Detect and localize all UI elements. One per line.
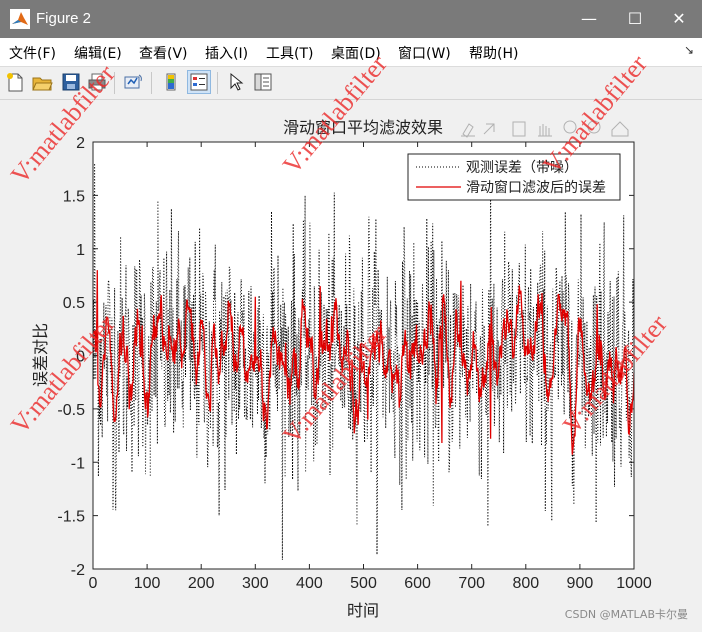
x-tick-label: 900 [567,575,594,592]
y-tick-label: -2 [71,562,85,579]
axes-toolbar [461,120,629,138]
figure-canvas: 0 100 200 300 400 500 600 700 800 900 1000 2 1.5 1 0.5… [0,100,702,628]
y-tick-label: -1 [71,455,85,472]
legend-icon[interactable] [187,70,211,94]
y-tick-label: 1 [76,242,85,259]
menu-expand-arrow-icon[interactable]: ↘ [684,43,694,57]
x-axis-label: 时间 [347,601,379,620]
x-tick-label: 300 [242,575,269,592]
x-tick-label: 200 [188,575,215,592]
zoom-out-icon[interactable] [587,120,601,134]
x-tick-label: 100 [134,575,161,592]
y-tick-label: 1.5 [63,188,85,205]
menu-view[interactable]: 查看(V) [139,43,188,63]
minimize-button[interactable]: — [566,0,612,38]
legend[interactable]: 观测误差（带噪） 滑动窗口滤波后的误差 [407,153,621,201]
chart-title: 滑动窗口平均滤波效果 [283,118,443,137]
menu-file[interactable]: 文件(F) [9,43,56,63]
menu-desktop[interactable]: 桌面(D) [331,43,381,63]
print-icon[interactable] [86,71,108,93]
x-tick-label: 0 [89,575,98,592]
menu-window[interactable]: 窗口(W) [398,43,451,63]
datatip-icon[interactable] [483,123,495,135]
toolbar-separator [114,72,115,94]
save-icon[interactable] [60,71,82,93]
colorbar-icon[interactable] [160,71,182,93]
y-tick-label: -0.5 [57,402,85,419]
legend-label-filtered: 滑动窗口滤波后的误差 [466,179,606,196]
y-tick-label: 0 [76,349,85,366]
toolbar-separator [217,72,218,94]
toolbar [0,67,702,100]
menu-edit[interactable]: 编辑(E) [74,43,122,63]
brush-icon[interactable] [461,123,475,138]
y-tick-label: -1.5 [57,509,85,526]
close-button[interactable]: ✕ [656,0,702,38]
pointer-icon[interactable] [225,71,247,93]
menu-help[interactable]: 帮助(H) [469,43,518,63]
property-inspector-icon[interactable] [252,71,274,93]
menu-bar: 文件(F) 编辑(E) 查看(V) 插入(I) 工具(T) 桌面(D) 窗口(W… [0,38,702,67]
line-chart[interactable]: 0 100 200 300 400 500 600 700 800 900 1000 2 1.5 1 0.5… [0,100,702,628]
matlab-logo-icon [10,9,30,29]
open-file-icon[interactable] [31,71,53,93]
x-tick-label: 700 [458,575,485,592]
x-tick-label: 500 [350,575,377,592]
x-tick-label: 400 [296,575,323,592]
x-tick-label: 600 [404,575,431,592]
title-bar: Figure 2 — ☐ ✕ [0,0,702,38]
window-title: Figure 2 [36,10,92,27]
menu-tools[interactable]: 工具(T) [266,43,313,63]
new-figure-icon[interactable] [4,71,26,93]
pan-icon[interactable] [538,124,552,137]
y-tick-label: 0.5 [63,295,85,312]
legend-label-noisy: 观测误差（带噪） [466,160,578,176]
zoom-in-icon[interactable] [563,120,577,134]
data-cursor-icon[interactable] [512,121,526,137]
csdn-credit: CSDN @MATLAB卡尔曼 [564,608,688,621]
toolbar-separator [151,72,152,94]
menu-insert[interactable]: 插入(I) [205,43,248,63]
y-axis-label: 误差对比 [31,323,50,387]
x-tick-label: 800 [512,575,539,592]
maximize-button[interactable]: ☐ [612,0,658,38]
x-tick-label: 1000 [616,575,652,592]
y-tick-label: 2 [76,135,85,152]
home-icon[interactable] [611,121,629,137]
link-plot-icon[interactable] [122,71,144,93]
